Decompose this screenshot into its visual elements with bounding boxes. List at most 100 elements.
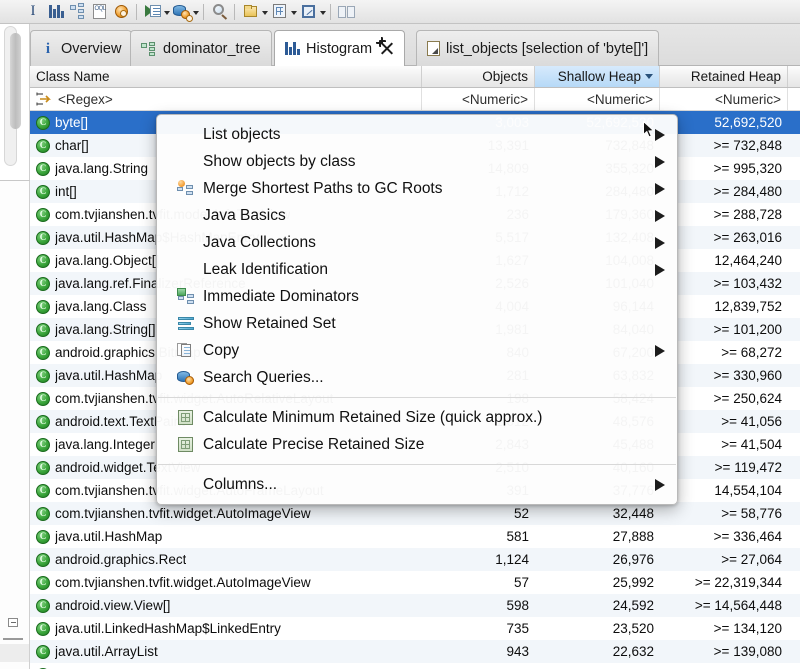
cell-filler	[788, 479, 800, 502]
calculator-icon	[177, 436, 196, 453]
tab-label: list_objects [selection of 'byte[]']	[446, 40, 649, 57]
memory-analyzer-window: I OQL i Overview dominator_tree Histogra…	[0, 0, 800, 669]
menu-separator	[158, 397, 676, 398]
cell-objects: 581	[506, 529, 529, 544]
menu-separator	[158, 464, 676, 465]
cell-retained-heap: >= 732,848	[713, 138, 782, 153]
menu-item-show-objects-by-class[interactable]: Show objects by class	[157, 148, 677, 175]
inspector-icon[interactable]: I	[22, 1, 44, 23]
menu-item-list-objects[interactable]: List objects	[157, 121, 677, 148]
cell-objects: 735	[506, 621, 529, 636]
class-icon: C	[36, 299, 50, 314]
table-row[interactable]: Cjava.util.HashMap 581 27,888 >= 336,464	[30, 525, 800, 548]
oql-icon[interactable]	[88, 1, 110, 23]
cell-class-name: Cjava.util.Hashtable$HashtableEntry	[30, 663, 422, 669]
filter-filler	[788, 88, 800, 110]
cell-retained-heap: 14,554,104	[714, 483, 782, 498]
filter-shallow-heap[interactable]: <Numeric>	[535, 88, 660, 110]
class-icon: C	[36, 644, 50, 659]
class-name-text: com.tvjianshen.tvfit.widget.AutoImageVie…	[55, 575, 311, 590]
column-header-filler	[788, 66, 800, 87]
column-header-retained-heap[interactable]: Retained Heap	[660, 66, 788, 87]
collapse-icon[interactable]	[8, 618, 18, 627]
table-row[interactable]: Cjava.util.Hashtable$HashtableEntry79619…	[30, 663, 800, 669]
menu-item-merge-shortest-paths-to-gc-roots[interactable]: Merge Shortest Paths to GC Roots	[157, 175, 677, 202]
dominator-tree-icon[interactable]	[66, 1, 88, 23]
menu-item-show-retained-set[interactable]: Show Retained Set	[157, 310, 677, 337]
table-row[interactable]: Ccom.tvjianshen.tvfit.widget.AutoImageVi…	[30, 502, 800, 525]
column-header-objects[interactable]: Objects	[422, 66, 535, 87]
cell-filler	[788, 433, 800, 456]
cell-shallow-heap: 32,448	[612, 506, 654, 521]
immediate-dominators-icon	[177, 288, 196, 305]
chevron-down-icon[interactable]	[193, 10, 199, 15]
class-icon: C	[36, 345, 50, 360]
class-icon: C	[36, 437, 50, 452]
table-row[interactable]: Ccom.tvjianshen.tvfit.widget.AutoImageVi…	[30, 571, 800, 594]
split-pane-icon[interactable]	[335, 1, 361, 23]
filter-retained-heap[interactable]: <Numeric>	[660, 88, 788, 110]
menu-item-leak-identification[interactable]: Leak Identification	[157, 256, 677, 283]
run-expert-system-icon[interactable]	[141, 1, 170, 23]
left-panel-rail	[0, 24, 30, 669]
scrollbar-track[interactable]	[4, 26, 21, 166]
tab-list-objects[interactable]: list_objects [selection of 'byte[]']	[416, 30, 660, 66]
scrollbar-thumb[interactable]	[10, 33, 21, 129]
menu-item-calculate-minimum-retained-size-quick-approx[interactable]: Calculate Minimum Retained Size (quick a…	[157, 404, 677, 431]
menu-item-columns[interactable]: Columns...	[157, 471, 677, 498]
filter-class-name[interactable]: <Regex>	[30, 88, 422, 110]
menu-item-java-collections[interactable]: Java Collections	[157, 229, 677, 256]
cell-retained-heap: >= 27,064	[721, 552, 782, 567]
cell-retained-heap: >= 263,016	[713, 230, 782, 245]
cell-retained-heap: 12,464,240	[714, 253, 782, 268]
menu-item-label: Java Collections	[203, 233, 316, 251]
menu-item-java-basics[interactable]: Java Basics	[157, 202, 677, 229]
table-row[interactable]: Candroid.view.View[] 598 24,592 >= 14,564,4…	[30, 594, 800, 617]
table-row[interactable]: Candroid.graphics.Rect 1,124 26,976 >= 27,0…	[30, 548, 800, 571]
menu-item-immediate-dominators[interactable]: Immediate Dominators	[157, 283, 677, 310]
search-icon[interactable]	[208, 1, 230, 23]
open-heap-dump-icon[interactable]	[239, 1, 268, 23]
cell-objects: 57	[513, 575, 529, 590]
column-header-class-name[interactable]: Class Name	[30, 66, 422, 87]
class-icon: C	[36, 414, 50, 429]
tab-overview[interactable]: i Overview	[30, 30, 133, 66]
no-icon	[177, 126, 196, 143]
submenu-arrow-icon	[655, 344, 665, 357]
class-icon: C	[36, 230, 50, 245]
menu-item-calculate-precise-retained-size[interactable]: Calculate Precise Retained Size	[157, 431, 677, 458]
class-name-text: int[]	[55, 184, 77, 199]
sort-descending-icon	[645, 74, 653, 79]
table-row[interactable]: Cjava.util.LinkedHashMap$LinkedEntry 735 2…	[30, 617, 800, 640]
cell-filler	[788, 134, 800, 157]
cell-retained-heap: >= 101,200	[713, 322, 782, 337]
cell-retained-heap: >= 41,056	[721, 414, 782, 429]
context-menu[interactable]: List objects Show objects by class Merge S…	[156, 114, 678, 505]
info-icon: i	[45, 40, 51, 57]
retained-set-icon	[177, 315, 196, 332]
cell-retained-heap: >= 44,320	[660, 663, 788, 669]
export-icon[interactable]	[297, 1, 326, 23]
table-report-icon[interactable]	[268, 1, 297, 23]
filter-objects[interactable]: <Numeric>	[422, 88, 535, 110]
table-row[interactable]: Cjava.util.ArrayList 943 22,632 >= 139,080	[30, 640, 800, 663]
cell-filler	[788, 226, 800, 249]
class-name-text: android.view.View[]	[55, 598, 171, 613]
query-browser-icon[interactable]	[170, 1, 199, 23]
dominator-tree-icon	[141, 41, 157, 56]
close-icon[interactable]	[381, 42, 394, 55]
cell-filler	[788, 364, 800, 387]
tab-dominator-tree[interactable]: dominator_tree	[130, 30, 272, 66]
cell-filler	[788, 502, 800, 525]
gear-icon[interactable]	[110, 1, 132, 23]
column-header-shallow-heap[interactable]: Shallow Heap	[535, 66, 660, 87]
menu-item-copy[interactable]: Copy	[157, 337, 677, 364]
chevron-down-icon[interactable]	[320, 10, 326, 15]
histogram-icon	[285, 42, 300, 55]
menu-item-search-queries[interactable]: Search Queries...	[157, 364, 677, 391]
toolbar-separator	[136, 3, 137, 20]
histogram-icon[interactable]	[44, 1, 66, 23]
tab-histogram[interactable]: Histogram	[274, 30, 406, 66]
cell-retained-heap: 12,839,752	[714, 299, 782, 314]
cell-objects: 796	[422, 663, 535, 669]
